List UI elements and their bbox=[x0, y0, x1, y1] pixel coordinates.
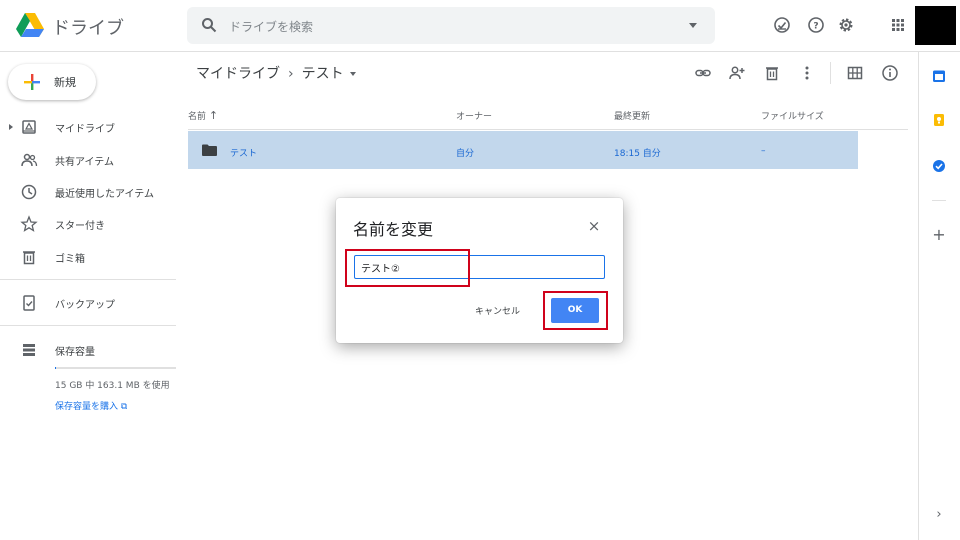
storage-usage-fill bbox=[55, 367, 57, 369]
grid-view-icon[interactable] bbox=[846, 64, 864, 82]
storage-usage-text: 15 GB 中 163.1 MB を使用 bbox=[55, 381, 170, 391]
sidebar-divider bbox=[0, 279, 176, 280]
sidebar: 新規 マイドライブ 共有アイテム 最近使用したアイテム スター付き ゴミ箱 バッ… bbox=[0, 52, 178, 540]
sidebar-item-recent[interactable]: 最近使用したアイテム bbox=[0, 179, 178, 205]
file-size: – bbox=[761, 146, 766, 156]
expand-arrow-icon[interactable] bbox=[9, 124, 13, 130]
sidebar-item-my-drive[interactable]: マイドライブ bbox=[0, 114, 178, 140]
backup-icon bbox=[23, 295, 35, 311]
plus-icon bbox=[24, 74, 40, 90]
search-options-icon[interactable] bbox=[689, 23, 697, 28]
drive-folder-icon bbox=[22, 120, 36, 134]
sort-arrow-up-icon[interactable]: ↑ bbox=[209, 109, 218, 122]
clock-icon bbox=[21, 184, 37, 200]
sidebar-item-starred[interactable]: スター付き bbox=[0, 211, 178, 237]
side-panel-divider bbox=[932, 200, 946, 201]
tasks-icon[interactable] bbox=[932, 159, 946, 173]
top-bar: ドライブ ドライブを検索 ? bbox=[0, 0, 960, 52]
cancel-button[interactable]: キャンセル bbox=[475, 304, 520, 317]
new-button-label: 新規 bbox=[54, 76, 76, 89]
new-button[interactable]: 新規 bbox=[8, 64, 96, 100]
breadcrumb-current[interactable]: テスト bbox=[302, 66, 344, 82]
keep-icon[interactable] bbox=[932, 113, 946, 127]
breadcrumb-root[interactable]: マイドライブ bbox=[196, 66, 280, 82]
breadcrumb-separator-icon: › bbox=[288, 66, 294, 82]
search-icon bbox=[202, 18, 217, 33]
sidebar-divider bbox=[0, 325, 176, 326]
breadcrumb: マイドライブ › テスト bbox=[196, 63, 356, 83]
settings-gear-icon[interactable] bbox=[836, 15, 856, 35]
info-icon[interactable] bbox=[881, 64, 899, 82]
side-panel: + › bbox=[918, 52, 960, 540]
close-icon[interactable]: × bbox=[586, 218, 602, 234]
more-vert-icon[interactable] bbox=[798, 64, 816, 82]
trash-icon bbox=[23, 251, 35, 265]
add-person-icon[interactable] bbox=[728, 64, 746, 82]
search-input[interactable]: ドライブを検索 bbox=[229, 18, 313, 35]
app-name: ドライブ bbox=[52, 18, 124, 39]
sidebar-item-storage[interactable]: 保存容量 bbox=[0, 337, 178, 363]
apps-grid-icon[interactable] bbox=[888, 15, 908, 35]
column-headers: 名前 ↑ オーナー 最終更新 ファイルサイズ bbox=[188, 90, 908, 130]
highlight-rename-input bbox=[345, 249, 470, 287]
chevron-down-icon[interactable] bbox=[349, 72, 356, 76]
dialog-title: 名前を変更 bbox=[353, 220, 434, 239]
highlight-ok-button bbox=[543, 291, 608, 330]
file-owner: 自分 bbox=[456, 149, 475, 159]
add-addon-plus-icon[interactable]: + bbox=[932, 227, 946, 243]
drive-logo-icon[interactable] bbox=[16, 12, 44, 38]
help-icon[interactable]: ? bbox=[806, 15, 826, 35]
column-header-modified[interactable]: 最終更新 bbox=[614, 109, 650, 122]
link-icon[interactable] bbox=[694, 64, 712, 82]
buy-storage-link[interactable]: 保存容量を購入 ⧉ bbox=[55, 399, 127, 412]
offline-status-icon[interactable] bbox=[772, 15, 792, 35]
column-header-owner: オーナー bbox=[456, 112, 493, 122]
search-bar[interactable]: ドライブを検索 bbox=[187, 7, 715, 44]
folder-icon bbox=[202, 144, 217, 156]
column-header-size: ファイルサイズ bbox=[761, 112, 824, 122]
account-avatar-redacted[interactable] bbox=[915, 6, 956, 45]
people-icon bbox=[21, 153, 38, 167]
star-icon bbox=[20, 215, 38, 232]
file-modified: 18:15 自分 bbox=[614, 149, 661, 159]
sidebar-item-backup[interactable]: バックアップ bbox=[0, 290, 178, 316]
file-name[interactable]: テスト bbox=[230, 146, 257, 159]
svg-text:?: ? bbox=[813, 22, 818, 32]
calendar-icon[interactable] bbox=[932, 69, 946, 83]
toolbar-divider bbox=[830, 62, 831, 84]
table-row[interactable]: テスト 自分 18:15 自分 – bbox=[188, 131, 858, 169]
external-link-icon: ⧉ bbox=[120, 402, 128, 412]
sidebar-item-trash[interactable]: ゴミ箱 bbox=[0, 244, 178, 270]
sidebar-item-shared[interactable]: 共有アイテム bbox=[0, 147, 178, 173]
storage-usage-bar bbox=[55, 367, 176, 369]
trash-icon[interactable] bbox=[763, 64, 781, 82]
storage-icon bbox=[23, 344, 35, 356]
column-header-name[interactable]: 名前 ↑ bbox=[188, 109, 218, 122]
expand-panel-chevron-icon[interactable]: › bbox=[932, 508, 946, 522]
